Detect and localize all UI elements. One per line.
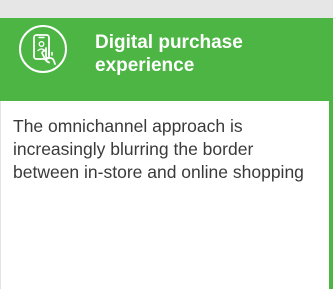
feature-card: Digital purchase experience The omnichan… — [0, 0, 333, 289]
top-strip — [0, 0, 333, 18]
card-description: The omnichannel approach is increasingly… — [13, 116, 304, 182]
card-body: The omnichannel approach is increasingly… — [0, 101, 333, 289]
card-title: Digital purchase experience — [95, 32, 243, 76]
card-header: Digital purchase experience — [0, 18, 333, 101]
mobile-tap-icon — [17, 23, 69, 75]
